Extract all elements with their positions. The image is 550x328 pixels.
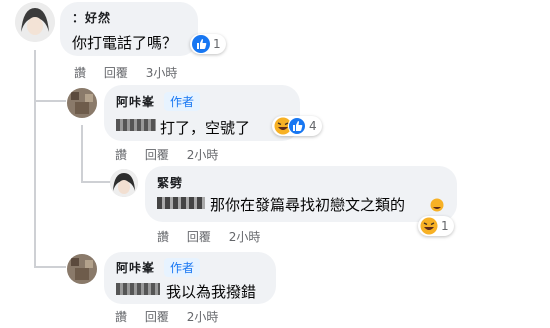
reply-button[interactable]: 回覆 [187, 230, 211, 244]
comment-text: 我以為我撥錯 [166, 283, 257, 301]
comment-actions: 讚 回覆 2小時 [115, 308, 232, 325]
thread-line-main [34, 50, 36, 268]
comment-text: 那你在發篇尋找初戀文之類的 [210, 196, 406, 214]
thread-connector-2 [81, 181, 111, 183]
timestamp[interactable]: 3小時 [146, 66, 178, 80]
reaction-summary[interactable]: 1 [418, 216, 454, 236]
avatar[interactable] [67, 254, 97, 284]
author-badge: 作者 [164, 92, 201, 111]
like-button[interactable]: 讚 [74, 66, 86, 80]
thumbs-up-icon [192, 35, 210, 53]
thread-connector-1 [34, 100, 66, 102]
avatar-image [110, 169, 138, 197]
reaction-count: 4 [309, 119, 317, 133]
timestamp[interactable]: 2小時 [229, 230, 261, 244]
reply-button[interactable]: 回覆 [145, 310, 169, 324]
redacted-text-block [116, 119, 156, 131]
avatar-image [67, 88, 97, 118]
comment-actions: 讚 回覆 2小時 [115, 146, 232, 163]
comment-actions: 讚 回覆 2小時 [157, 228, 274, 245]
redacted-text-block [157, 197, 205, 209]
reaction-count: 1 [213, 37, 221, 51]
timestamp[interactable]: 2小時 [187, 148, 219, 162]
reaction-summary[interactable]: 1 [190, 34, 226, 54]
timestamp[interactable]: 2小時 [187, 310, 219, 324]
commenter-name[interactable]: 阿咔峯 [116, 259, 155, 276]
avatar[interactable] [67, 88, 97, 118]
avatar[interactable] [110, 169, 138, 197]
laughing-face-icon [420, 217, 438, 235]
thread-line-reply [81, 125, 83, 181]
avatar-image [15, 2, 55, 42]
comment-actions: 讚 回覆 3小時 [74, 64, 191, 81]
laughing-face-icon [430, 198, 444, 212]
reply-button[interactable]: 回覆 [104, 66, 128, 80]
like-button[interactable]: 讚 [115, 148, 127, 162]
reaction-count: 1 [441, 219, 449, 233]
avatar[interactable] [15, 2, 55, 42]
reply-button[interactable]: 回覆 [145, 148, 169, 162]
author-badge: 作者 [164, 258, 201, 277]
comment-text: 打了，空號了 [160, 119, 251, 137]
avatar-image [67, 254, 97, 284]
thumbs-up-icon [288, 117, 306, 135]
redacted-text-block [116, 283, 160, 295]
like-button[interactable]: 讚 [157, 230, 169, 244]
reaction-summary[interactable]: 4 [272, 116, 322, 136]
commenter-name[interactable]: 阿咔峯 [116, 93, 155, 110]
like-button[interactable]: 讚 [115, 310, 127, 324]
commenter-name[interactable]: ：好然 [72, 9, 111, 26]
comment-text: 你打電話了嗎？ [72, 34, 178, 52]
commenter-name[interactable]: 緊劈 [157, 174, 183, 191]
thread-connector-3 [34, 266, 66, 268]
